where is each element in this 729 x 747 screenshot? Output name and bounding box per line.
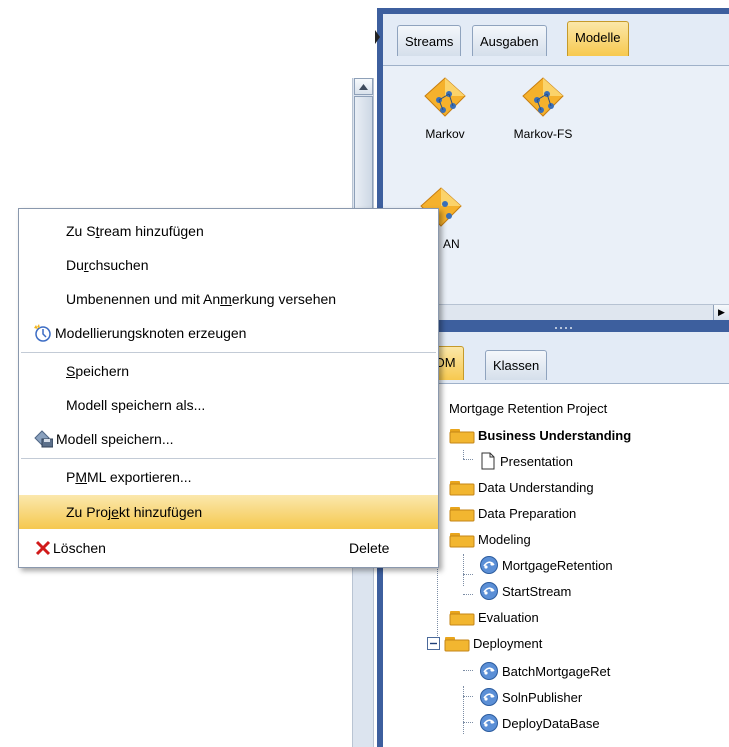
scroll-up-button[interactable] [354, 78, 373, 95]
stream-node-icon [479, 555, 499, 575]
folder-icon [449, 504, 475, 522]
folder-icon [449, 608, 475, 626]
menu-item-label: Zu Stream hinzufügen [66, 223, 204, 239]
tree-item-label: StartStream [502, 583, 572, 599]
model-label: AN [443, 237, 460, 251]
menu-item-label: Speichern [66, 363, 130, 379]
arrow-up-icon [359, 83, 368, 90]
folder-icon [449, 530, 475, 548]
folder-icon [449, 426, 475, 444]
menu-item-save-model[interactable]: Modell speichern... [19, 422, 438, 456]
tab-ausgaben[interactable]: Ausgaben [472, 25, 547, 56]
menu-item-label: Umbenennen und mit Anmerkung versehen [66, 291, 337, 307]
tree-item[interactable]: DeployDataBase [479, 712, 600, 734]
menu-item-shortcut: Delete [349, 540, 390, 556]
delete-x-icon [33, 539, 53, 557]
tree-item[interactable]: Business Understanding [449, 424, 631, 446]
menu-item-label: Modell speichern... [56, 431, 174, 447]
folder-icon [444, 634, 470, 652]
tree-item-label: Data Preparation [478, 505, 577, 521]
menu-item-label: PMML exportieren... [66, 469, 192, 485]
stream-node-icon [479, 581, 499, 601]
tree-root[interactable]: Mortgage Retention Project [449, 397, 607, 419]
tree-item[interactable]: Deployment [427, 632, 542, 654]
model-diamond-icon [424, 77, 466, 117]
tree-root-label: Mortgage Retention Project [449, 400, 608, 416]
tab-klassen[interactable]: Klassen [485, 350, 548, 380]
menu-item-delete[interactable]: Löschen Delete [19, 531, 438, 565]
tree-item-label: DeployDataBase [502, 715, 600, 731]
tab-modelle[interactable]: Modelle [567, 21, 629, 56]
tree-item-label: Evaluation [478, 609, 539, 625]
menu-separator [21, 352, 436, 353]
scroll-right-button[interactable]: ▶ [713, 305, 729, 320]
collapse-toggle-icon[interactable] [427, 636, 440, 650]
tree-item-label: SolnPublisher [502, 689, 583, 705]
menu-item-generate-modeling-node[interactable]: Modellierungsknoten erzeugen [19, 316, 438, 350]
context-menu: Zu Stream hinzufügen Durchsuchen Umbenen… [18, 208, 439, 568]
menu-item-add-to-project[interactable]: Zu Projekt hinzufügen [19, 495, 438, 529]
model-save-icon [33, 430, 53, 448]
stream-node-icon [479, 713, 499, 733]
model-generate-icon [33, 324, 53, 342]
tree-item-label: Modeling [478, 531, 531, 547]
tree-item-label: Business Understanding [478, 427, 632, 443]
menu-item-add-to-stream[interactable]: Zu Stream hinzufügen [19, 214, 438, 248]
stream-node-icon [479, 661, 499, 681]
tree-item[interactable]: BatchMortgageRet [479, 660, 610, 682]
menu-item-label: Modell speichern als... [66, 397, 206, 413]
tree-item[interactable]: Data Preparation [449, 502, 576, 524]
document-icon [479, 452, 497, 470]
menu-item-label: Modellierungsknoten erzeugen [55, 325, 247, 341]
tree-item-label: Deployment [473, 635, 543, 651]
tree-item[interactable]: Evaluation [449, 606, 539, 628]
collapse-grip-icon[interactable] [375, 30, 380, 44]
menu-separator [21, 458, 436, 459]
tree-item[interactable]: Modeling [449, 528, 531, 550]
menu-item-save-model-as[interactable]: Modell speichern als... [19, 388, 438, 422]
model-label: Markov [425, 127, 465, 141]
splitter-grip-icon[interactable] [553, 326, 573, 330]
tree-item[interactable]: Data Understanding [449, 476, 594, 498]
menu-item-label: Löschen [53, 540, 106, 556]
top-tabbar: Streams Ausgaben Modelle [383, 14, 729, 66]
model-diamond-icon [522, 77, 564, 117]
menu-item-label: Durchsuchen [66, 257, 149, 273]
tree-item-label: MortgageRetention [502, 557, 613, 573]
model-markov[interactable]: Markov [405, 76, 485, 141]
tree-item-label: Data Understanding [478, 479, 594, 495]
stream-node-icon [479, 687, 499, 707]
folder-icon [449, 478, 475, 496]
menu-item-browse[interactable]: Durchsuchen [19, 248, 438, 282]
tree-item[interactable]: Presentation [479, 450, 573, 472]
tree-item[interactable]: MortgageRetention [479, 554, 613, 576]
menu-item-save[interactable]: Speichern [19, 354, 438, 388]
tree-item-label: BatchMortgageRet [502, 663, 611, 679]
tree-item[interactable]: StartStream [479, 580, 571, 602]
tree-item-label: Presentation [500, 453, 573, 469]
model-label: Markov-FS [513, 127, 573, 141]
model-markov-fs[interactable]: Markov-FS [503, 76, 583, 141]
tree-item[interactable]: SolnPublisher [479, 686, 582, 708]
menu-item-export-pmml[interactable]: PMML exportieren... [19, 460, 438, 494]
menu-item-label: Zu Projekt hinzufügen [66, 504, 203, 520]
menu-item-rename-annotate[interactable]: Umbenennen und mit Anmerkung versehen [19, 282, 438, 316]
tab-streams[interactable]: Streams [397, 25, 462, 56]
